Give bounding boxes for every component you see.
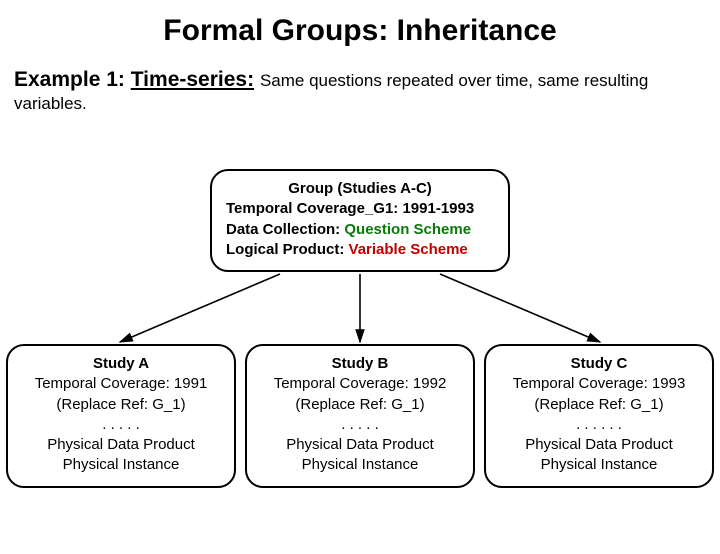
study-b-coverage: Temporal Coverage: 1992 — [253, 374, 467, 394]
study-b-pdp: Physical Data Product — [253, 435, 467, 455]
group-dc-label: Data Collection: — [226, 221, 344, 238]
group-temporal-value: 1991-1993 — [402, 200, 474, 217]
group-node: Group (Studies A-C) Temporal Coverage_G1… — [210, 169, 510, 272]
example-lead-prefix: Example 1: — [14, 68, 131, 91]
study-b-pi: Physical Instance — [253, 455, 467, 475]
group-lp-value: Variable Scheme — [349, 241, 468, 258]
study-a-name: Study A — [14, 354, 228, 374]
group-line-temporal: Temporal Coverage_G1: 1991-1993 — [226, 199, 494, 219]
studies-row: Study A Temporal Coverage: 1991 (Replace… — [0, 344, 720, 488]
study-c-name: Study C — [492, 354, 706, 374]
study-a-replace: (Replace Ref: G_1) — [14, 395, 228, 415]
page-title: Formal Groups: Inheritance — [0, 14, 720, 48]
example-text: Example 1: Time-series: Same questions r… — [14, 66, 706, 115]
group-lp-label: Logical Product: — [226, 241, 349, 258]
group-header: Group (Studies A-C) — [226, 179, 494, 199]
study-a-coverage: Temporal Coverage: 1991 — [14, 374, 228, 394]
group-temporal-label: Temporal Coverage_G1: — [226, 200, 398, 217]
study-node-a: Study A Temporal Coverage: 1991 (Replace… — [6, 344, 236, 488]
group-dc-value: Question Scheme — [344, 221, 471, 238]
study-c-coverage: Temporal Coverage: 1993 — [492, 374, 706, 394]
study-c-pdp: Physical Data Product — [492, 435, 706, 455]
study-c-pi: Physical Instance — [492, 455, 706, 475]
study-node-c: Study C Temporal Coverage: 1993 (Replace… — [484, 344, 714, 488]
study-c-replace: (Replace Ref: G_1) — [492, 395, 706, 415]
study-a-dots: . . . . . — [14, 415, 228, 435]
study-c-dots: . . . . . . — [492, 415, 706, 435]
group-line-logicalproduct: Logical Product: Variable Scheme — [226, 240, 494, 260]
study-b-name: Study B — [253, 354, 467, 374]
study-a-pdp: Physical Data Product — [14, 435, 228, 455]
study-node-b: Study B Temporal Coverage: 1992 (Replace… — [245, 344, 475, 488]
study-a-pi: Physical Instance — [14, 455, 228, 475]
group-line-datacollection: Data Collection: Question Scheme — [226, 220, 494, 240]
example-lead-underline: Time-series: — [131, 68, 254, 91]
study-b-dots: . . . . . — [253, 415, 467, 435]
study-b-replace: (Replace Ref: G_1) — [253, 395, 467, 415]
